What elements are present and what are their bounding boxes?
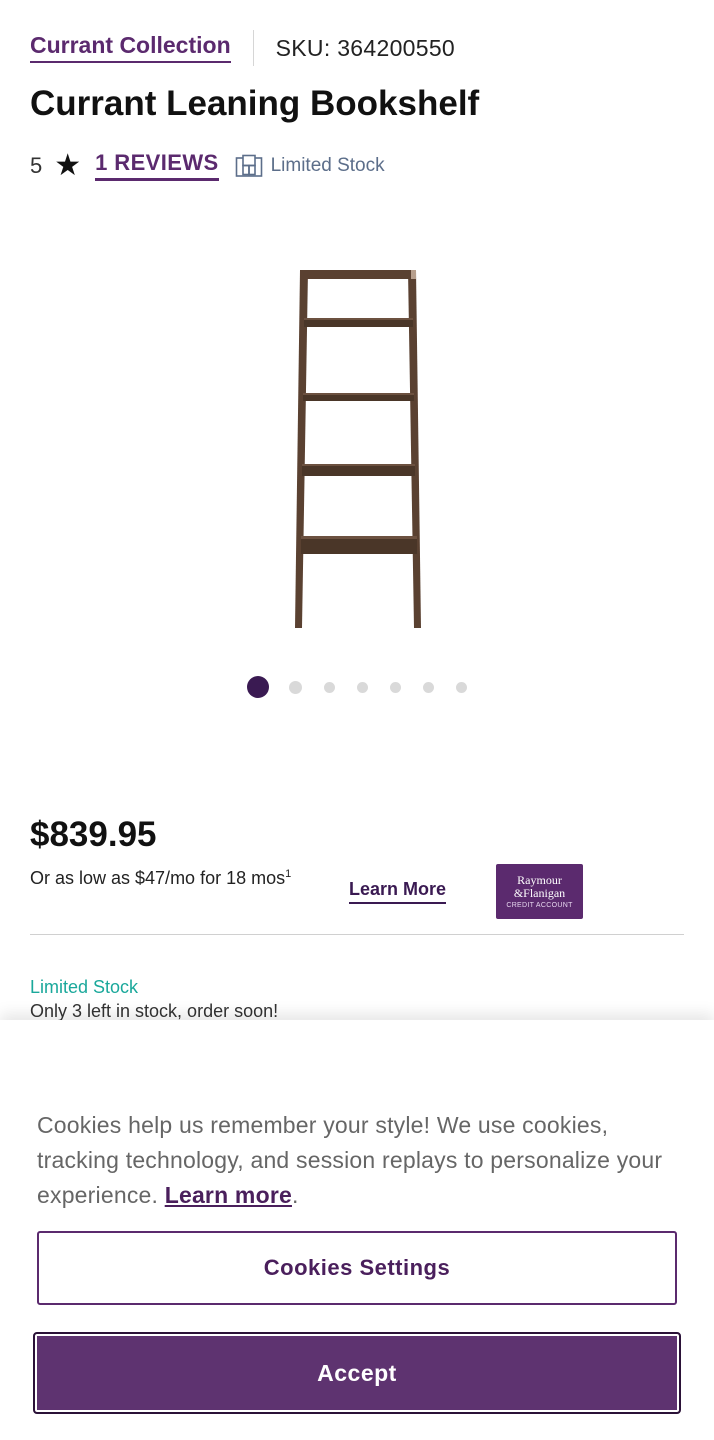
cookie-message-period: . — [291, 1182, 299, 1208]
financing-offer: Or as low as $47/mo for 18 mos — [30, 868, 286, 888]
accept-cookies-button[interactable]: Accept — [33, 1332, 681, 1414]
carousel-dot[interactable] — [456, 681, 467, 693]
carousel-dot[interactable] — [357, 681, 368, 693]
sku-label: SKU: 364200550 — [275, 34, 456, 61]
rating-row: 5 ★ 1 REVIEWS Limited Stock — [30, 146, 385, 186]
credit-logo-line3: CREDIT ACCOUNT — [506, 902, 573, 910]
rating-value: 5 — [30, 153, 43, 178]
reviews-link[interactable]: 1 REVIEWS — [95, 151, 219, 181]
carousel-dot[interactable] — [289, 680, 302, 694]
carousel-dot[interactable] — [247, 676, 269, 698]
limited-stock-badge: Limited Stock — [235, 154, 385, 178]
financing-text: Or as low as $47/mo for 18 mos1 — [30, 868, 291, 889]
financing-footnote: 1 — [285, 868, 292, 880]
cookie-message: Cookies help us remember your style! We … — [37, 1108, 677, 1213]
product-title: Currant Leaning Bookshelf — [30, 84, 480, 123]
carousel-dot[interactable] — [324, 681, 335, 693]
product-image[interactable] — [280, 262, 436, 634]
stock-boxes-icon — [235, 154, 262, 177]
section-divider — [30, 934, 684, 935]
product-header-row: Currant Collection SKU: 364200550 — [30, 28, 455, 68]
leaning-ladder-bookshelf-image — [295, 270, 421, 628]
product-price: $839.95 — [30, 815, 157, 854]
carousel-dots — [0, 676, 714, 698]
financing-learn-more-link[interactable]: Learn More — [349, 879, 447, 904]
cookie-message-text: Cookies help us remember your style! We … — [37, 1112, 663, 1208]
limited-stock-text: Limited Stock — [270, 155, 385, 176]
credit-logo-line2: &Flanigan — [513, 885, 566, 900]
credit-logo-line1: Raymour — [517, 872, 562, 887]
star-icon: ★ — [54, 149, 82, 182]
collection-link[interactable]: Currant Collection — [30, 33, 231, 63]
cookie-learn-more-link[interactable]: Learn more — [165, 1182, 292, 1208]
carousel-dot[interactable] — [423, 681, 434, 693]
header-divider — [252, 30, 254, 66]
cookie-banner: Cookies help us remember your style! We … — [0, 1020, 714, 1440]
credit-account-logo[interactable]: Raymour &Flanigan CREDIT ACCOUNT — [496, 864, 583, 919]
availability-message: Only 3 left in stock, order soon! — [30, 1001, 279, 1021]
cookies-settings-button[interactable]: Cookies Settings — [37, 1231, 677, 1305]
carousel-dot[interactable] — [390, 681, 401, 693]
availability-status: Limited Stock — [30, 977, 139, 997]
